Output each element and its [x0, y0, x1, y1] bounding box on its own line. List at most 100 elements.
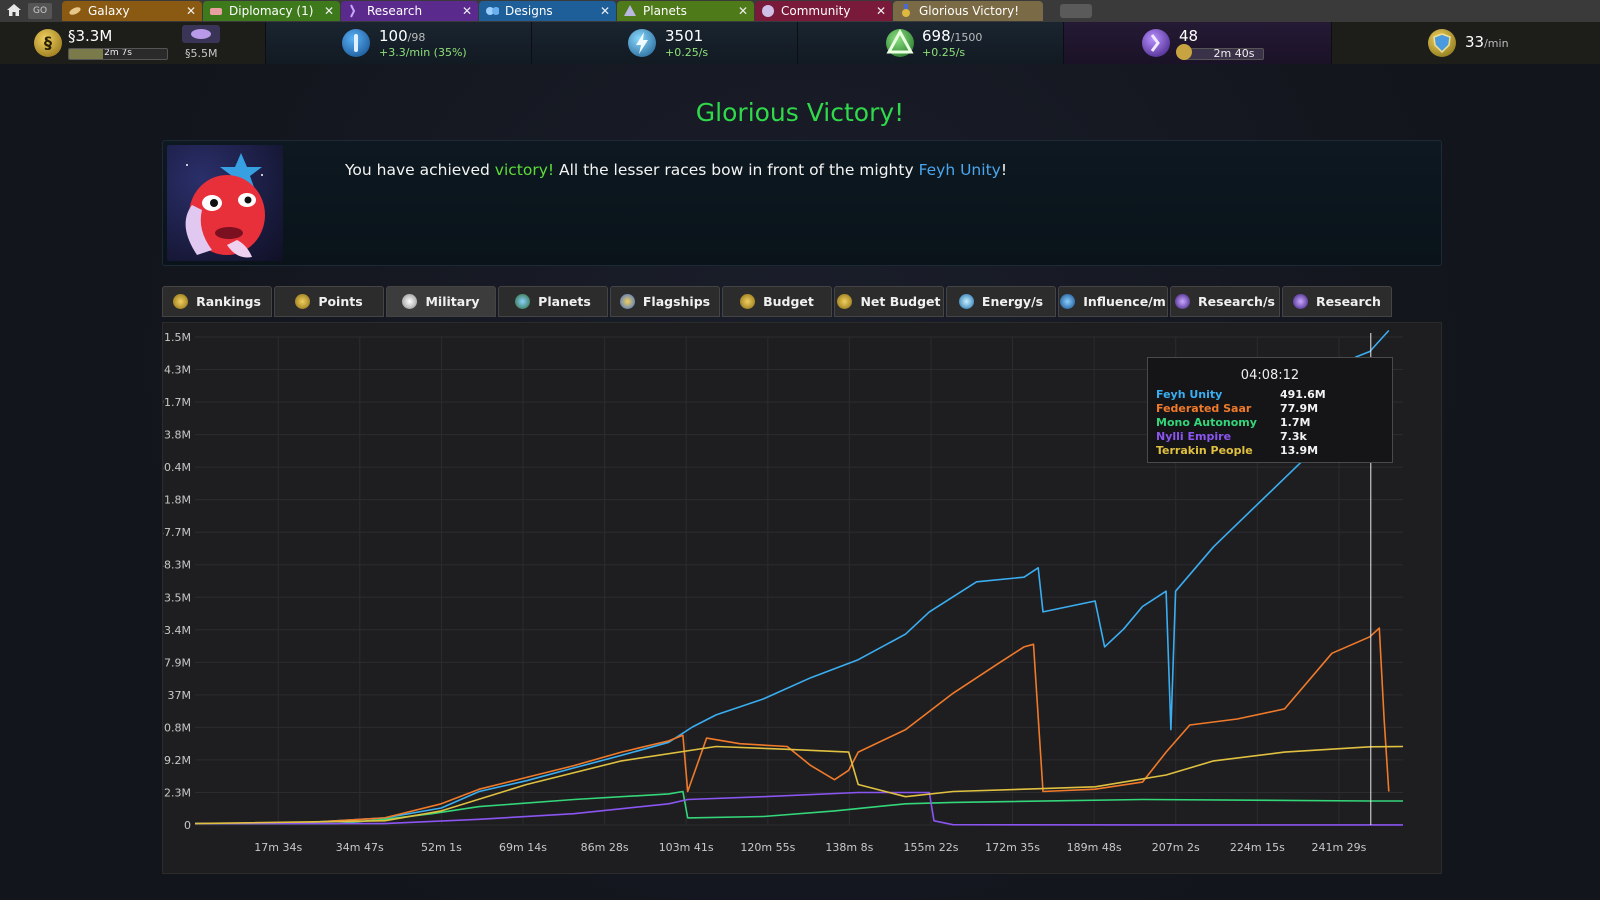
tab-flagships[interactable]: Flagships	[610, 286, 720, 317]
y-tick-label: 280.4M	[163, 461, 191, 474]
community-icon	[761, 4, 775, 18]
production-panel[interactable]: 698/1500 +0.25/s	[798, 22, 1064, 64]
x-tick-label: 155m 22s	[904, 841, 959, 854]
new-tab-slot[interactable]	[1060, 4, 1092, 18]
energy-icon	[628, 29, 656, 57]
tab-research[interactable]: Research ✕	[341, 1, 478, 21]
tooltip-race-value: 7.3k	[1280, 430, 1307, 443]
y-tick-label: 20.8M	[163, 721, 191, 734]
x-tick-label: 207m 2s	[1152, 841, 1200, 854]
tooltip-race-value: 77.9M	[1280, 402, 1319, 415]
message-suffix: !	[1000, 161, 1008, 179]
tab-military[interactable]: Military	[386, 286, 496, 317]
production-icon	[886, 28, 914, 57]
home-icon	[6, 2, 22, 21]
tab-label: Influence/m	[1083, 294, 1166, 309]
tab-label: Galaxy	[88, 4, 130, 18]
close-icon[interactable]: ✕	[186, 4, 196, 18]
tab-rankings[interactable]: Rankings	[162, 286, 272, 317]
statistics-tabs: Rankings Points Military Planets Flagshi…	[162, 286, 1440, 318]
x-tick-label: 17m 34s	[254, 841, 302, 854]
y-tick-label: 37M	[168, 689, 192, 702]
influence-panel[interactable]: 100/98 +3.3/min (35%)	[266, 22, 532, 64]
y-tick-label: 521.5M	[163, 331, 191, 344]
close-icon[interactable]: ✕	[876, 4, 886, 18]
tooltip-race-name: Terrakin People	[1156, 444, 1253, 457]
tab-planets[interactable]: Planets ✕	[617, 1, 754, 21]
tab-energy[interactable]: Energy/s	[946, 286, 1056, 317]
designs-icon	[485, 4, 499, 18]
close-icon[interactable]: ✕	[324, 4, 334, 18]
research-icon	[1142, 29, 1170, 57]
y-tick-label: 113.5M	[163, 591, 191, 604]
tooltip-race-value: 491.6M	[1280, 388, 1326, 401]
message-prefix: You have achieved	[345, 161, 495, 179]
medal-icon	[899, 4, 913, 18]
tab-label: Research/s	[1198, 294, 1275, 309]
shields-value: 33	[1465, 33, 1485, 51]
tab-label: Planets	[538, 294, 591, 309]
production-cap: /1500	[950, 31, 983, 44]
series-line-federated-saar	[195, 627, 1390, 825]
y-tick-label: 231.8M	[163, 494, 191, 507]
close-icon[interactable]: ✕	[462, 4, 472, 18]
tab-research-rate[interactable]: Research/s	[1170, 286, 1280, 317]
y-tick-label: 9.2M	[164, 754, 191, 767]
x-tick-label: 103m 41s	[659, 841, 714, 854]
tab-label: Points	[318, 294, 363, 309]
tab-designs[interactable]: Designs ✕	[479, 1, 616, 21]
tooltip-row: Federated Saar 77.9M	[1156, 402, 1386, 416]
tab-community[interactable]: Community ✕	[755, 1, 892, 21]
x-tick-label: 86m 28s	[581, 841, 629, 854]
close-icon[interactable]: ✕	[600, 4, 610, 18]
credits-icon: §	[34, 29, 62, 57]
go-button[interactable]: GO	[28, 3, 52, 19]
credits-progress: 2m 7s	[68, 48, 168, 60]
military-chart[interactable]: 0 2.3M 9.2M 20.8M 37M 57.9M 83.4M 113.5M 148.3M 1…	[162, 322, 1442, 874]
y-tick-label: 187.7M	[163, 526, 191, 539]
tab-galaxy[interactable]: Galaxy ✕	[62, 1, 202, 21]
tab-budget[interactable]: Budget	[722, 286, 832, 317]
tab-label: Research	[367, 4, 423, 18]
credits-icon	[837, 294, 853, 309]
tab-planets[interactable]: Planets	[498, 286, 608, 317]
tab-label: Budget	[763, 294, 814, 309]
energy-panel[interactable]: 3501 +0.25/s	[532, 22, 798, 64]
close-icon[interactable]: ✕	[738, 4, 748, 18]
credits-panel[interactable]: § §3.3M 2m 7s §5.5M	[0, 22, 266, 64]
x-tick-label: 172m 35s	[985, 841, 1040, 854]
tooltip-race-value: 1.7M	[1280, 416, 1311, 429]
tab-research-total[interactable]: Research	[1282, 286, 1392, 317]
y-tick-label: 57.9M	[163, 656, 191, 669]
tooltip-time: 04:08:12	[1240, 368, 1300, 383]
tooltip-row: Nylli Empire 7.3k	[1156, 430, 1386, 444]
shield-icon	[1428, 29, 1456, 57]
tab-label: Net Budget	[860, 294, 941, 309]
tab-diplomacy[interactable]: Diplomacy (1) ✕	[203, 1, 340, 21]
energy-rate: +0.25/s	[665, 46, 709, 59]
planet-icon	[515, 294, 531, 309]
message-middle: All the lesser races bow in front of the…	[554, 161, 919, 179]
research-timer: 2m 40s	[1213, 48, 1255, 60]
tab-points[interactable]: Points	[274, 286, 384, 317]
tab-glorious-victory[interactable]: Glorious Victory!	[893, 1, 1043, 21]
production-value: 698	[922, 27, 951, 45]
chart-tooltip: 04:08:12 Feyh Unity 491.6M Federated Saar…	[1147, 357, 1393, 463]
home-button[interactable]	[1, 2, 27, 20]
resource-bar: § §3.3M 2m 7s §5.5M 100/98 +3.3/min (35%…	[0, 22, 1600, 64]
y-tick-label: 148.3M	[163, 559, 191, 572]
tab-label: Planets	[643, 4, 687, 18]
influence-cap: /98	[407, 31, 426, 44]
research-panel[interactable]: 48 2m 40s	[1064, 22, 1332, 64]
series-line-terrakin-people	[194, 745, 1404, 825]
gear-icon	[1176, 44, 1192, 60]
diplomacy-icon	[209, 4, 223, 18]
medal-icon	[173, 294, 189, 309]
flagship-icon	[619, 294, 635, 309]
shields-panel[interactable]: 33/min	[1332, 22, 1600, 64]
tab-net-budget[interactable]: Net Budget	[834, 286, 944, 317]
tab-influence[interactable]: Influence/m	[1058, 286, 1168, 317]
research-icon	[347, 4, 361, 18]
energy-value: 3501	[665, 27, 704, 45]
tooltip-row: Feyh Unity 491.6M	[1156, 388, 1386, 402]
